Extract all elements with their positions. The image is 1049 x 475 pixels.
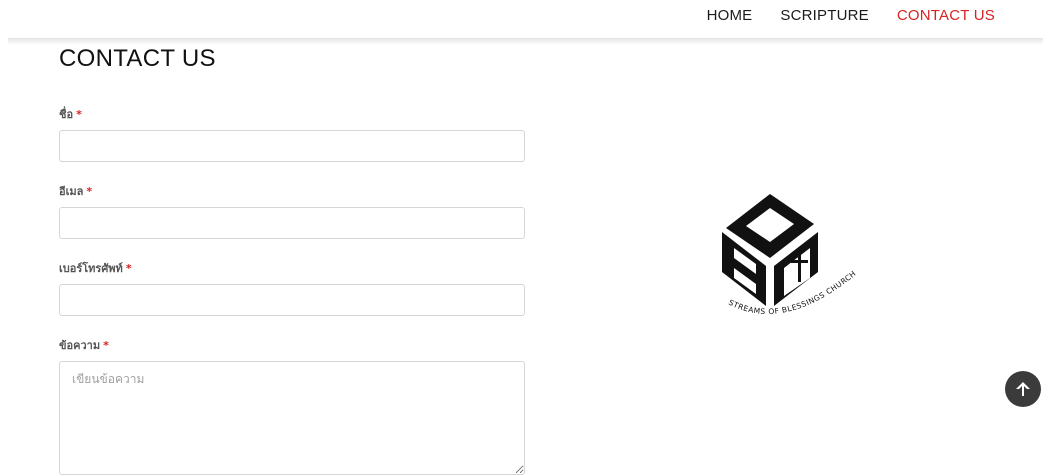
- scroll-to-top-button[interactable]: [1005, 371, 1041, 407]
- message-textarea[interactable]: [59, 361, 525, 475]
- nav-contact-us-link[interactable]: CONTACT US: [897, 7, 995, 24]
- email-input[interactable]: [59, 207, 525, 239]
- arrow-up-icon: [1016, 382, 1030, 396]
- nav-scripture-link[interactable]: SCRIPTURE: [780, 7, 868, 24]
- required-asterisk: *: [86, 185, 93, 198]
- church-logo: STREAMS OF BLESSINGS CHURCH: [722, 194, 857, 316]
- required-asterisk: *: [76, 108, 82, 121]
- phone-field-label: เบอร์โทรศัพท์ *: [59, 262, 132, 275]
- nav-home-link[interactable]: HOME: [707, 7, 753, 24]
- name-input[interactable]: [59, 130, 525, 162]
- site-header: HOME SCRIPTURE CONTACT US: [0, 0, 1049, 40]
- header-divider: [8, 38, 1043, 45]
- name-field-label: ชื่อ *: [59, 108, 82, 121]
- message-field-label: ข้อความ *: [59, 339, 109, 352]
- email-field-label: อีเมล *: [59, 185, 93, 198]
- required-asterisk: *: [125, 262, 132, 275]
- required-asterisk: *: [103, 339, 109, 352]
- phone-input[interactable]: [59, 284, 525, 316]
- contact-form: ชื่อ * อีเมล * เบอร์โทรศัพท์ * ข้อความ *: [59, 108, 525, 475]
- main-nav: HOME SCRIPTURE CONTACT US: [707, 7, 995, 24]
- page-title: CONTACT US: [59, 45, 216, 72]
